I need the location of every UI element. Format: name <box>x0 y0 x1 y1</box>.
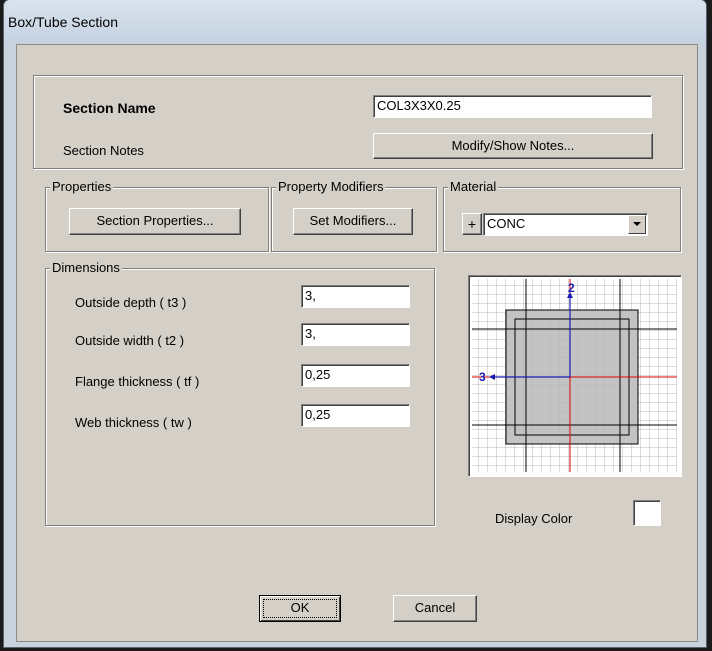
section-name-label: Section Name <box>63 100 156 116</box>
material-selected-value: CONC <box>487 216 526 231</box>
set-modifiers-button[interactable]: Set Modifiers... <box>293 208 413 235</box>
flange-thickness-input[interactable]: 0,25 <box>301 364 410 387</box>
axis-2-label: 2 <box>568 281 575 295</box>
window-title: Box/Tube Section <box>8 14 118 30</box>
property-modifiers-group-label: Property Modifiers <box>276 179 386 194</box>
web-thickness-label: Web thickness ( tw ) <box>75 415 192 430</box>
material-group-label: Material <box>448 179 499 194</box>
section-notes-label: Section Notes <box>63 143 144 158</box>
dialog-body: Section Name COL3X3X0.25 Section Notes M… <box>16 44 698 642</box>
section-preview: 2 3 <box>468 275 682 477</box>
section-name-input[interactable]: COL3X3X0.25 <box>373 95 652 118</box>
outside-depth-label: Outside depth ( t3 ) <box>75 295 187 310</box>
dimensions-group-label: Dimensions <box>50 260 122 275</box>
section-properties-button[interactable]: Section Properties... <box>69 208 241 235</box>
cancel-button[interactable]: Cancel <box>393 595 477 622</box>
dropdown-arrow-button[interactable] <box>628 215 646 234</box>
axis-3-label: 3 <box>479 370 486 384</box>
properties-group-label: Properties <box>50 179 114 194</box>
flange-thickness-label: Flange thickness ( tf ) <box>75 374 200 389</box>
dialog-window: Box/Tube Section Section Name COL3X3X0.2… <box>4 0 706 647</box>
web-thickness-input[interactable]: 0,25 <box>301 404 410 427</box>
outside-depth-input[interactable]: 3, <box>301 285 410 308</box>
display-color-swatch[interactable] <box>633 500 661 526</box>
outside-width-input[interactable]: 3, <box>301 323 410 346</box>
material-add-button[interactable]: + <box>462 213 482 235</box>
section-preview-canvas: 2 3 <box>472 279 677 472</box>
material-select[interactable]: CONC <box>483 213 648 236</box>
display-color-label: Display Color <box>495 511 573 526</box>
title-bar[interactable]: Box/Tube Section <box>4 0 706 44</box>
ok-button[interactable]: OK <box>259 595 341 622</box>
modify-show-notes-button[interactable]: Modify/Show Notes... <box>373 133 653 159</box>
outside-width-label: Outside width ( t2 ) <box>75 333 185 348</box>
chevron-down-icon <box>633 222 641 226</box>
